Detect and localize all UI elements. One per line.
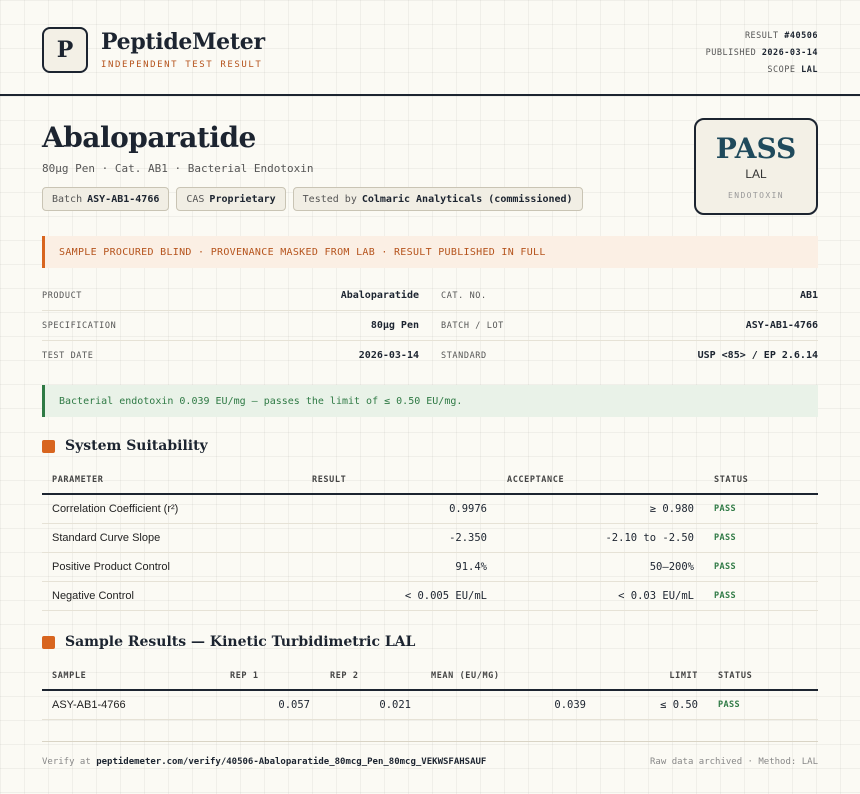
brand-logo: P xyxy=(42,27,88,73)
info-label: BATCH / LOT xyxy=(441,321,504,331)
info-label: SPECIFICATION xyxy=(42,321,117,331)
product-chips: Batch ASY-AB1-4766 CAS Proprietary Tested … xyxy=(42,187,583,211)
col-header: MEAN (EU/MG) xyxy=(421,662,596,691)
report-header: P PeptideMeter INDEPENDENT TEST RESULT R… xyxy=(0,0,860,96)
verdict-category: ENDOTOXIN xyxy=(728,191,784,200)
param-result: < 0.005 EU/mL xyxy=(302,581,497,611)
status-badge: PASS xyxy=(704,494,818,524)
param-result: 0.9976 xyxy=(302,494,497,524)
info-row: SPECIFICATION 80µg Pen BATCH / LOT ASY-A… xyxy=(42,311,818,341)
sample-limit: ≤ 0.50 xyxy=(596,690,708,720)
col-header: PARAMETER xyxy=(42,466,302,495)
table-row: Standard Curve Slope -2.350 -2.10 to -2.… xyxy=(42,523,818,553)
info-value: ASY-AB1-4766 xyxy=(745,320,818,331)
col-header: SAMPLE xyxy=(42,662,220,691)
param-name: Negative Control xyxy=(42,581,302,611)
info-value: Abaloparatide xyxy=(340,290,419,301)
col-header: STATUS xyxy=(708,662,818,691)
info-value: 80µg Pen xyxy=(370,320,419,331)
table-row: ASY-AB1-4766 0.057 0.021 0.039 ≤ 0.50 PA… xyxy=(42,690,818,720)
info-grid: PRODUCT Abaloparatide CAT. NO. AB1 SPECI… xyxy=(42,281,818,371)
sample-rep2: 0.021 xyxy=(320,690,421,720)
chip-cas: CAS Proprietary xyxy=(176,187,286,211)
info-label: CAT. NO. xyxy=(441,291,487,301)
product-title: Abaloparatide xyxy=(42,121,256,154)
sample-rep1: 0.057 xyxy=(220,690,320,720)
param-result: -2.350 xyxy=(302,523,497,553)
table-header-row: PARAMETER RESULT ACCEPTANCE STATUS xyxy=(42,466,818,495)
verdict-badge: PASS LAL ENDOTOXIN xyxy=(694,118,818,215)
status-badge: PASS xyxy=(708,690,818,720)
product-subtitle: 80µg Pen · Cat. AB1 · Bacterial Endotoxi… xyxy=(42,162,314,175)
section-marker-icon xyxy=(42,635,55,649)
footer-archive-note: Raw data archived · Method: LAL xyxy=(650,757,818,767)
param-acceptance: ≥ 0.980 xyxy=(497,494,704,524)
col-header: REP 1 xyxy=(220,662,320,691)
table-row: Positive Product Control 91.4% 50–200% P… xyxy=(42,552,818,582)
result-summary: Bacterial endotoxin 0.039 EU/mg — passes… xyxy=(42,385,818,417)
info-row: PRODUCT Abaloparatide CAT. NO. AB1 xyxy=(42,281,818,311)
suitability-table: PARAMETER RESULT ACCEPTANCE STATUS Corre… xyxy=(42,466,818,611)
verify-label: Verify at xyxy=(42,757,91,767)
sample-id: ASY-AB1-4766 xyxy=(42,690,220,720)
status-badge: PASS xyxy=(704,552,818,582)
param-acceptance: -2.10 to -2.50 xyxy=(497,523,704,553)
section-samples-title: Sample Results — Kinetic Turbidimetric L… xyxy=(42,634,415,650)
info-row: TEST DATE 2026-03-14 STANDARD USP <85> /… xyxy=(42,341,818,371)
info-value: AB1 xyxy=(799,290,818,301)
chip-batch: Batch ASY-AB1-4766 xyxy=(42,187,170,211)
brand-tagline: INDEPENDENT TEST RESULT xyxy=(101,60,263,70)
samples-table: SAMPLE REP 1 REP 2 MEAN (EU/MG) LIMIT ST… xyxy=(42,662,818,720)
param-name: Standard Curve Slope xyxy=(42,523,302,553)
param-name: Positive Product Control xyxy=(42,552,302,582)
report-meta: RESULT #40506 PUBLISHED 2026-03-14 SCOPE… xyxy=(706,28,818,79)
col-header: STATUS xyxy=(704,466,818,495)
table-row: Negative Control < 0.005 EU/mL < 0.03 EU… xyxy=(42,581,818,611)
col-header: LIMIT xyxy=(596,662,708,691)
section-suitability-title: System Suitability xyxy=(42,438,208,454)
col-header: RESULT xyxy=(302,466,497,495)
section-marker-icon xyxy=(42,439,55,453)
report-footer: Verify at peptidemeter.com/verify/40506-… xyxy=(42,741,818,767)
status-badge: PASS xyxy=(704,523,818,553)
sample-mean: 0.039 xyxy=(421,690,596,720)
table-row: Correlation Coefficient (r²) 0.9976 ≥ 0.… xyxy=(42,494,818,524)
table-header-row: SAMPLE REP 1 REP 2 MEAN (EU/MG) LIMIT ST… xyxy=(42,662,818,691)
info-value: 2026-03-14 xyxy=(358,350,419,361)
meta-published: PUBLISHED 2026-03-14 xyxy=(705,48,818,58)
info-label: PRODUCT xyxy=(42,291,83,301)
col-header: ACCEPTANCE xyxy=(497,466,704,495)
info-value: USP <85> / EP 2.6.14 xyxy=(697,350,818,361)
brand-name: PeptideMeter xyxy=(101,29,265,55)
param-name: Correlation Coefficient (r²) xyxy=(42,494,302,524)
chip-tested-by: Tested by Colmaric Analyticals (commissio… xyxy=(292,187,583,211)
info-label: TEST DATE xyxy=(42,351,94,361)
param-result: 91.4% xyxy=(302,552,497,582)
meta-scope: SCOPE LAL xyxy=(767,65,818,75)
status-badge: PASS xyxy=(704,581,818,611)
col-header: REP 2 xyxy=(320,662,421,691)
param-acceptance: 50–200% xyxy=(497,552,704,582)
meta-result: RESULT #40506 xyxy=(744,31,818,41)
verdict-test: LAL xyxy=(745,167,767,181)
param-acceptance: < 0.03 EU/mL xyxy=(497,581,704,611)
procurement-banner: SAMPLE PROCURED BLIND · PROVENANCE MASKE… xyxy=(42,236,818,268)
verify-link[interactable]: peptidemeter.com/verify/40506-Abaloparat… xyxy=(96,757,486,767)
info-label: STANDARD xyxy=(441,351,487,361)
verdict-word: PASS xyxy=(715,132,797,165)
